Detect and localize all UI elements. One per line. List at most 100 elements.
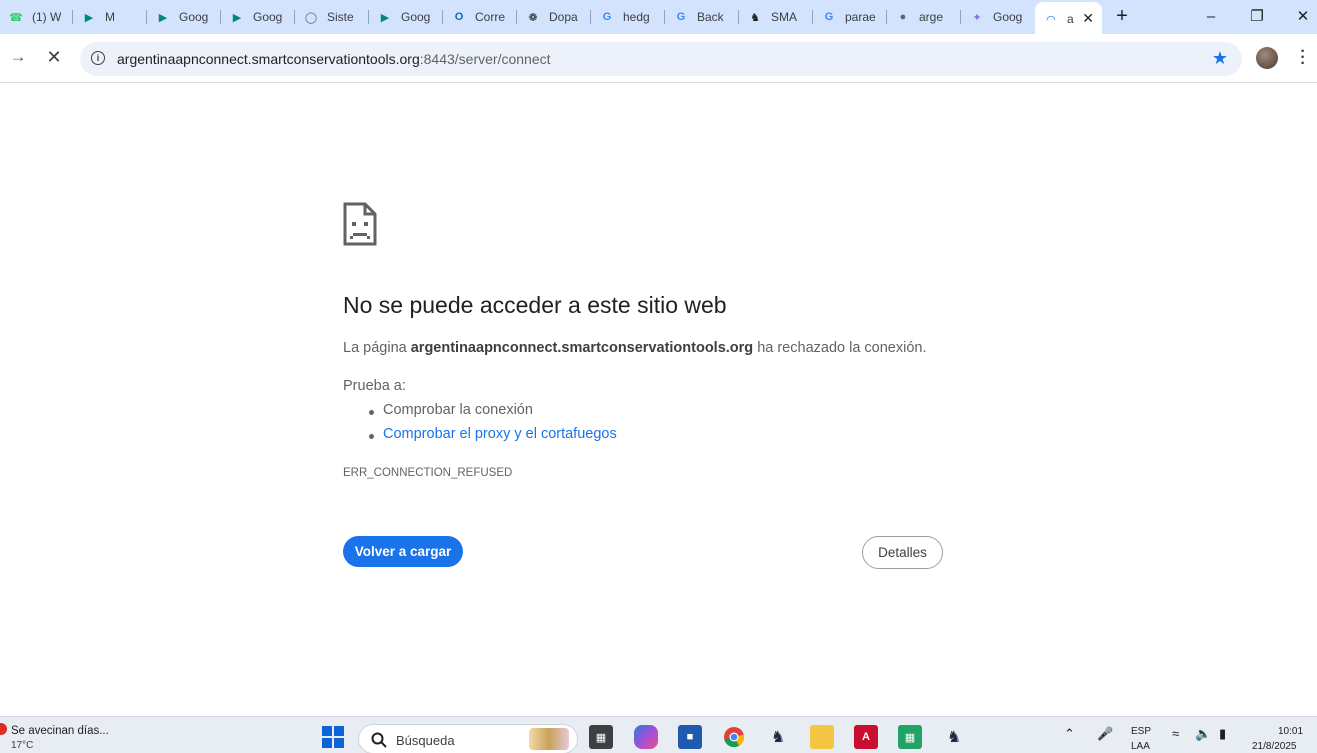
file-explorer-icon[interactable] (810, 725, 834, 749)
battery-icon[interactable]: ▮ (1219, 726, 1226, 742)
clock-date[interactable]: 21/8/2025 (1252, 741, 1297, 752)
url-path: :8443/server/connect (419, 51, 551, 67)
tab-14[interactable]: ◠ a ✕ (1035, 2, 1102, 36)
tab-13[interactable]: ✦ Goog (961, 3, 1035, 31)
details-button[interactable]: Detalles (862, 536, 943, 569)
search-icon (371, 732, 387, 748)
smart-app-icon-2[interactable]: ♞ (942, 725, 966, 749)
gemini-icon: ✦ (972, 11, 982, 24)
tab-title: Goog (253, 10, 283, 24)
google-icon: G (602, 11, 612, 23)
openai-icon: ❁ (528, 11, 538, 24)
tab-11[interactable]: Gparae (813, 3, 887, 31)
search-placeholder: Búsqueda (396, 733, 455, 748)
maximize-button[interactable]: ❐ (1237, 5, 1277, 27)
tab-title: a (1067, 12, 1074, 26)
tab-0[interactable]: ☎ (1) W (0, 3, 73, 31)
loading-icon: ◠ (1046, 13, 1056, 26)
lang-line-2[interactable]: LAA (1131, 741, 1150, 752)
browser-window: ☎ (1) W ▶ M ▶ Goog ▶ Goog ◯ Siste ▶ Goog O Corre ❁ Dopa… (0, 0, 1317, 753)
profile-avatar[interactable] (1256, 47, 1278, 69)
wifi-icon[interactable]: ≈ (1172, 726, 1179, 741)
outlook-icon: O (454, 11, 464, 23)
weather-temp: 17°C (11, 740, 34, 751)
toolbar: → ✕ i argentinaapnconnect.smartconservat… (0, 34, 1317, 83)
google-icon: G (824, 11, 834, 23)
meet-icon: ▶ (84, 11, 94, 24)
taskbar-search[interactable]: Búsqueda (358, 724, 578, 753)
tab-4[interactable]: ◯ Siste (295, 3, 369, 31)
chevron-up-icon[interactable]: ⌃ (1064, 726, 1075, 742)
tab-5[interactable]: ▶ Goog (369, 3, 443, 31)
government-icon: ◯ (304, 11, 318, 24)
clock-time[interactable]: 10:01 (1278, 726, 1303, 737)
tab-1[interactable]: ▶ M (73, 3, 147, 31)
whatsapp-icon: ☎ (9, 11, 23, 24)
tab-8[interactable]: Ghedg (591, 3, 665, 31)
weather-text[interactable]: Se avecinan días... (11, 725, 109, 737)
meet-icon: ▶ (158, 11, 168, 24)
volume-icon[interactable]: 🔈 (1195, 726, 1211, 742)
chrome-icon[interactable] (722, 725, 746, 749)
meet-icon: ▶ (232, 11, 242, 24)
bookmark-star-icon[interactable]: ★ (1212, 48, 1228, 69)
minimize-button[interactable]: – (1191, 5, 1231, 27)
tab-title: arge (919, 10, 944, 24)
tab-title: Dopa (549, 10, 578, 24)
taskbar: Se avecinan días... 17°C Búsqueda ▦ ■ ♞ … (0, 716, 1317, 753)
desc-host: argentinaapnconnect.smartconservationtoo… (410, 340, 754, 356)
task-view-icon[interactable]: ▦ (589, 725, 613, 749)
close-window-button[interactable]: ✕ (1283, 5, 1317, 27)
url-host: argentinaapnconnect.smartconservationtoo… (117, 51, 420, 67)
tab-title: SMA (771, 10, 798, 24)
tab-title: (1) W (32, 10, 62, 24)
tab-title: Siste (327, 10, 354, 24)
page-title: No se puede acceder a este sitio web (343, 292, 727, 318)
suggestion-check-proxy-link[interactable]: Comprobar el proxy y el cortafuegos (369, 426, 617, 442)
sad-page-icon (343, 202, 377, 246)
acrobat-icon[interactable]: A (854, 725, 878, 749)
address-bar[interactable]: i argentinaapnconnect.smartconservationt… (80, 42, 1242, 76)
site-info-icon[interactable]: i (91, 51, 105, 65)
store-icon[interactable]: ■ (678, 725, 702, 749)
desc-suffix: ha rechazado la conexión. (753, 340, 927, 356)
tab-title: M (105, 10, 115, 24)
tab-10[interactable]: ♞ SMA (739, 3, 813, 31)
search-highlight-image (529, 728, 569, 750)
menu-kebab-icon[interactable]: · · · (1297, 44, 1309, 72)
error-description: La página argentinaapnconnect.smartconse… (343, 340, 927, 356)
reload-button[interactable]: Volver a cargar (343, 536, 463, 567)
try-label: Prueba a: (343, 378, 406, 394)
desc-prefix: La página (343, 340, 411, 356)
tab-title: Corre (475, 10, 506, 24)
forward-button[interactable]: → (7, 46, 29, 68)
error-page: No se puede acceder a este sitio web La … (0, 84, 1317, 716)
close-tab-icon[interactable]: ✕ (1082, 10, 1094, 27)
tab-title: Goog (401, 10, 431, 24)
smart-icon: ♞ (750, 11, 760, 24)
smart-app-icon[interactable]: ♞ (766, 725, 790, 749)
tab-2[interactable]: ▶ Goog (147, 3, 221, 31)
url-text[interactable]: argentinaapnconnect.smartconservationtoo… (117, 51, 551, 67)
tab-strip: ☎ (1) W ▶ M ▶ Goog ▶ Goog ◯ Siste ▶ Goog O Corre ❁ Dopa… (0, 0, 1317, 36)
tab-title: Goog (993, 10, 1023, 24)
tab-title: Back (697, 10, 724, 24)
google-icon: G (676, 11, 686, 23)
new-tab-button[interactable]: + (1111, 5, 1133, 27)
tab-title: Goog (179, 10, 209, 24)
tab-title: hedg (623, 10, 650, 24)
lang-line-1[interactable]: ESP (1131, 726, 1151, 737)
error-code: ERR_CONNECTION_REFUSED (343, 467, 513, 479)
tab-12[interactable]: ● arge (887, 3, 961, 31)
copilot-icon[interactable] (634, 725, 658, 749)
tab-3[interactable]: ▶ Goog (221, 3, 295, 31)
windows-start-icon[interactable] (321, 725, 345, 749)
tab-7[interactable]: ❁ Dopa (517, 3, 591, 31)
tab-9[interactable]: G Back (665, 3, 739, 31)
globe-icon: ● (899, 11, 907, 23)
meet-icon: ▶ (380, 11, 390, 24)
microphone-icon[interactable]: 🎤 (1097, 726, 1113, 742)
tab-6[interactable]: O Corre (443, 3, 517, 31)
stop-loading-button[interactable]: ✕ (43, 46, 65, 68)
sheets-icon[interactable]: ▦ (898, 725, 922, 749)
